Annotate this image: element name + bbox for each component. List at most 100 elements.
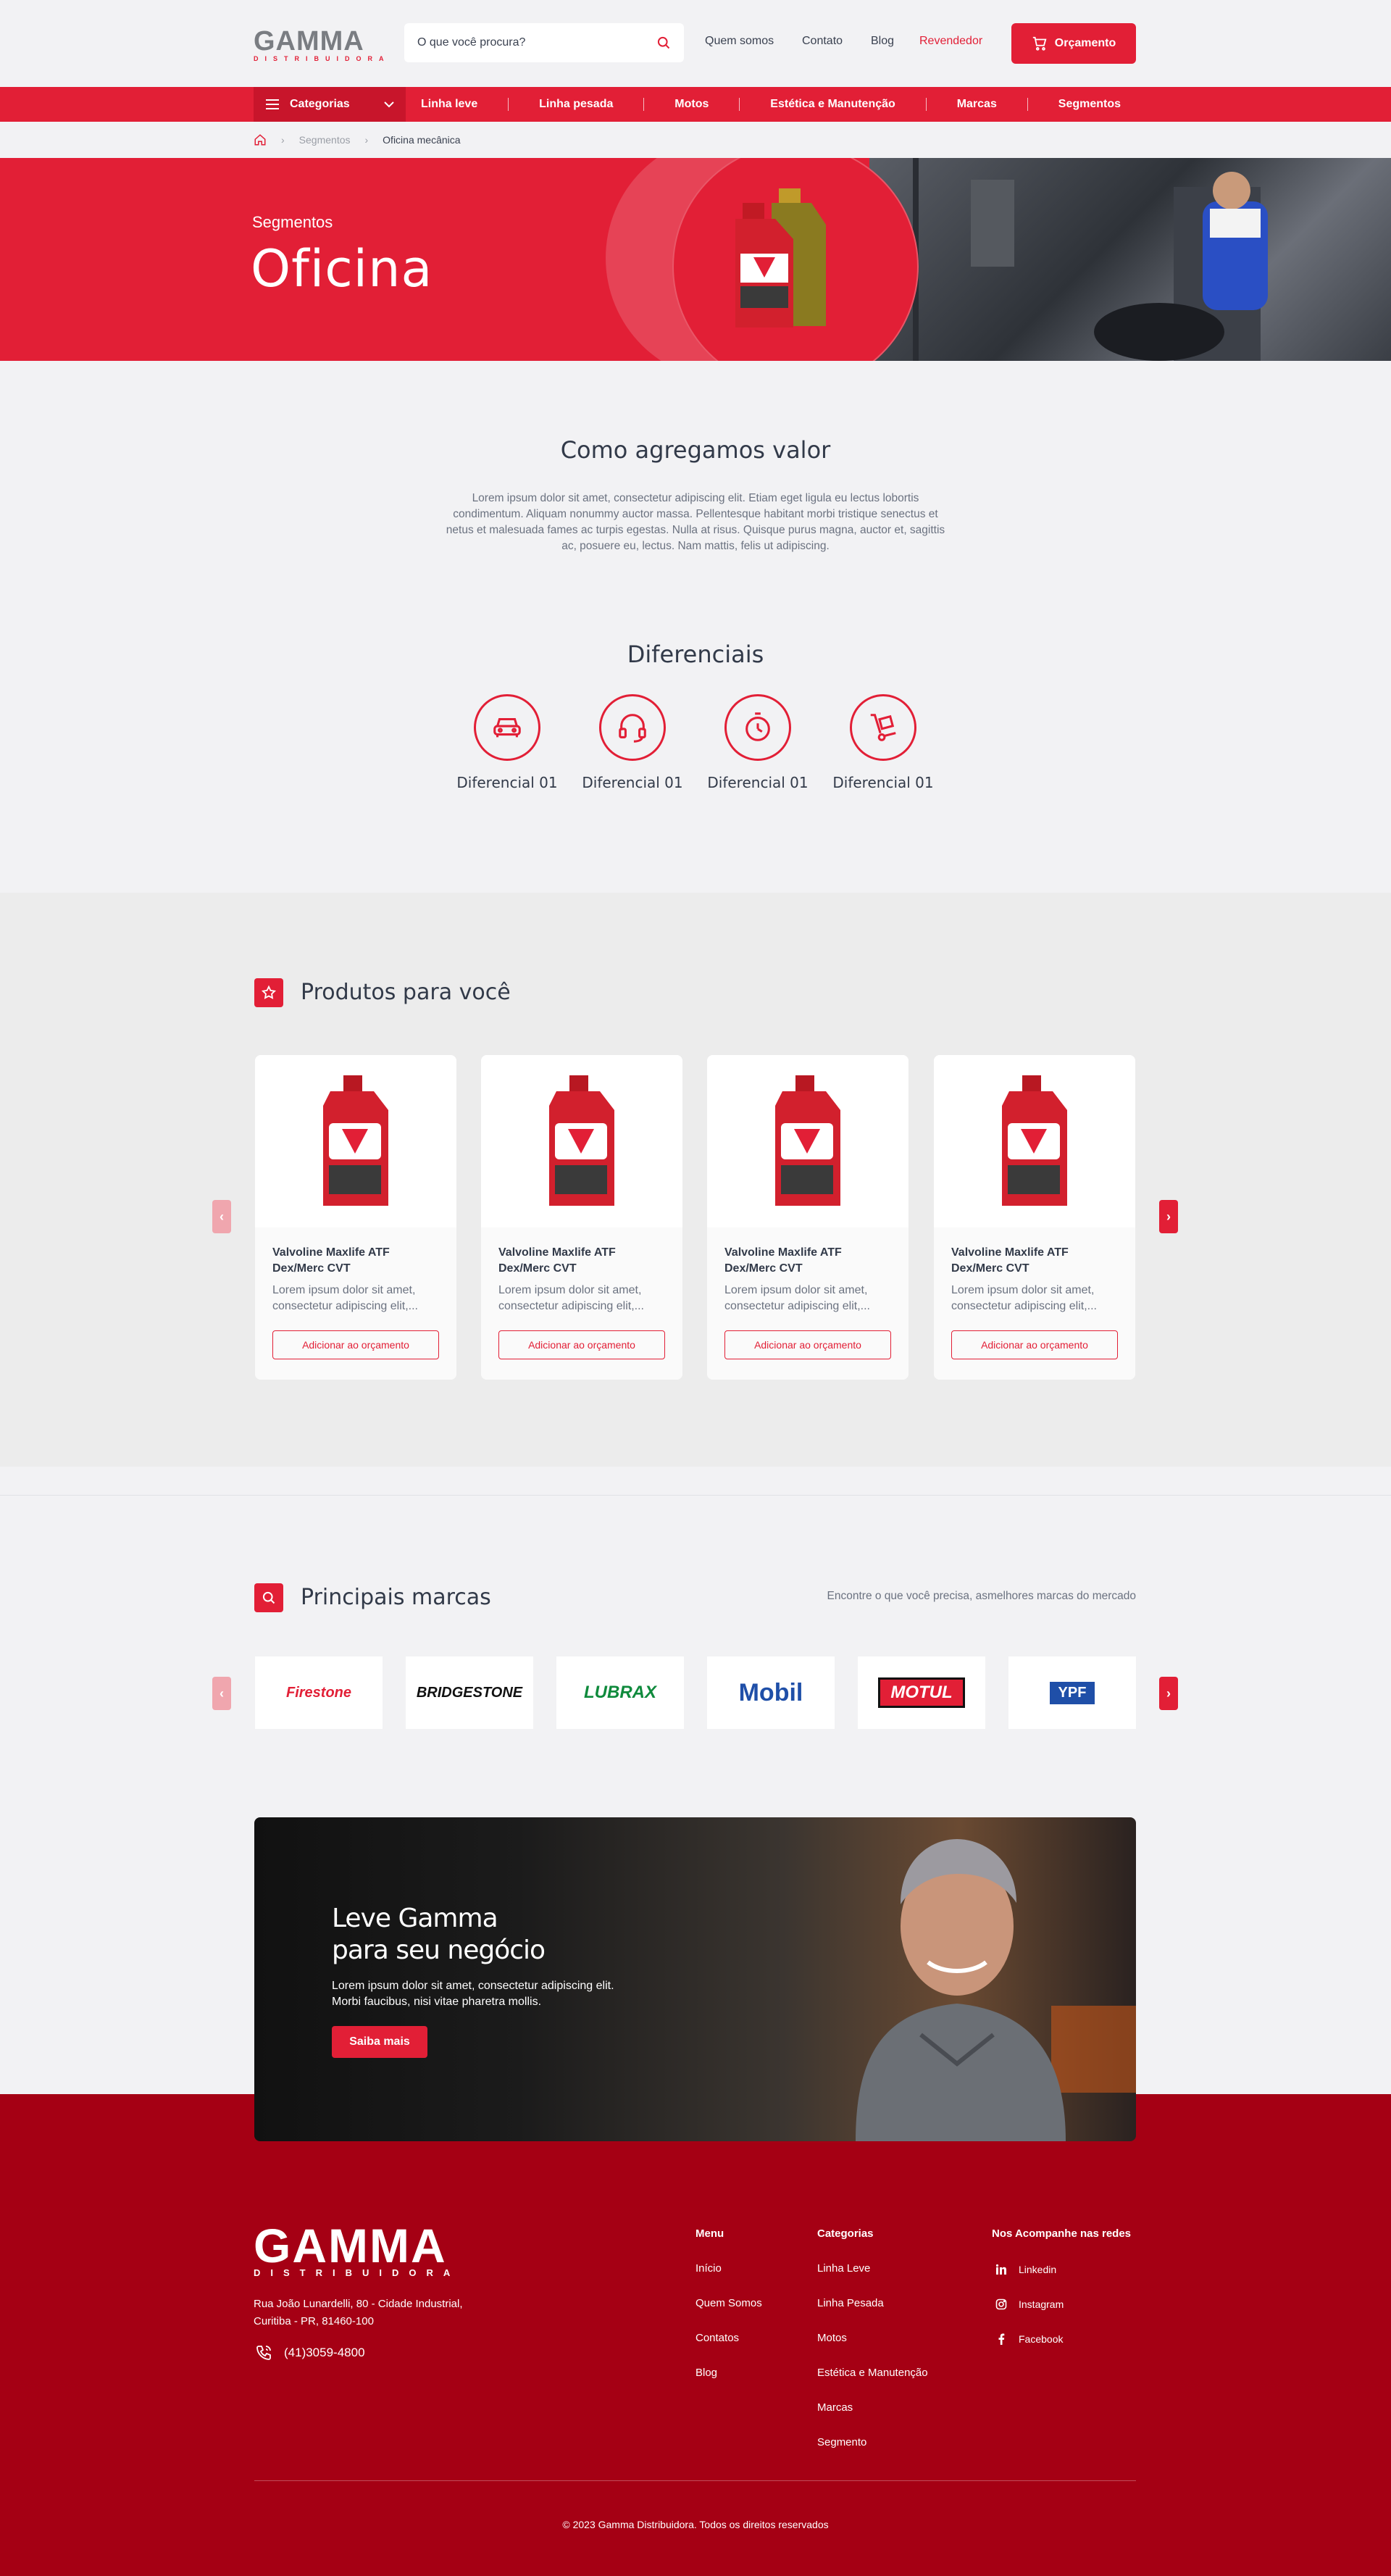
orcamento-button[interactable]: Orçamento: [1011, 23, 1136, 64]
social-linkedin[interactable]: Linkedin: [995, 2264, 1056, 2275]
category-bar: Categorias Linha leve Linha pesada Motos…: [0, 87, 1391, 122]
diferencial-item: Diferencial 01: [582, 694, 683, 791]
products-title: Produtos para você: [301, 980, 511, 1005]
cart-icon: [1032, 36, 1047, 51]
brand-lubrax-logo[interactable]: LUBRAX: [556, 1656, 684, 1729]
oil-bottles-image: [724, 181, 855, 337]
footer-phone[interactable]: (41)3059-4800: [255, 2344, 365, 2362]
breadcrumb-current: Oficina mecânica: [383, 134, 461, 146]
brands-prev-button[interactable]: ‹: [212, 1677, 231, 1710]
products-next-button[interactable]: ›: [1159, 1200, 1178, 1233]
product-image: [255, 1055, 456, 1227]
nav-contato[interactable]: Contato: [802, 35, 843, 48]
phone-icon: [256, 2346, 271, 2360]
hero-title: Oficina: [251, 239, 433, 299]
footer-link-estetica[interactable]: Estética e Manutenção: [817, 2367, 928, 2379]
products-prev-button[interactable]: ‹: [212, 1200, 231, 1233]
hero-subtitle: Segmentos: [252, 213, 333, 231]
chevron-right-icon: ›: [364, 134, 369, 146]
nav-revendedor[interactable]: Revendedor: [919, 35, 982, 48]
footer-link-marcas[interactable]: Marcas: [817, 2401, 853, 2414]
facebook-icon: [998, 2333, 1005, 2345]
category-links: Linha leve Linha pesada Motos Estética e…: [406, 87, 1136, 122]
copyright: © 2023 Gamma Distribuidora. Todos os dir…: [562, 2519, 829, 2530]
search-box[interactable]: [404, 23, 684, 62]
footer-logo[interactable]: GAMMA DISTRIBUIDORA: [254, 2222, 460, 2278]
search-input[interactable]: [417, 36, 656, 49]
diferencial-item: Diferencial 01: [456, 694, 558, 791]
categories-button[interactable]: Categorias: [254, 87, 406, 122]
social-instagram[interactable]: Instagram: [995, 2298, 1064, 2310]
add-to-quote-button[interactable]: Adicionar ao orçamento: [724, 1330, 891, 1359]
footer-address: Rua João Lunardelli, 80 - Cidade Industr…: [254, 2298, 463, 2327]
home-icon[interactable]: [254, 133, 267, 146]
brand-mobil-logo[interactable]: Mobil: [707, 1656, 835, 1729]
divider: [643, 98, 645, 111]
product-image: [481, 1055, 682, 1227]
diferencial-item: Diferencial 01: [832, 694, 934, 791]
cat-estetica[interactable]: Estética e Manutenção: [770, 98, 895, 111]
footer-categories-title: Categorias: [817, 2227, 874, 2240]
cat-marcas[interactable]: Marcas: [957, 98, 997, 111]
product-card[interactable]: Valvoline Maxlife ATF Dex/Merc CVT Lorem …: [255, 1055, 456, 1380]
social-facebook[interactable]: Facebook: [995, 2333, 1063, 2345]
value-text: Lorem ipsum dolor sit amet, consectetur …: [446, 492, 945, 552]
hand-truck-icon: [870, 714, 896, 741]
cat-segmentos[interactable]: Segmentos: [1058, 98, 1121, 111]
footer-link-inicio[interactable]: Início: [696, 2262, 722, 2275]
diferenciais-title: Diferenciais: [627, 641, 764, 668]
brand-bridgestone-logo[interactable]: BRIDGESTONE: [406, 1656, 533, 1729]
search-icon[interactable]: [656, 36, 671, 50]
product-card[interactable]: Valvoline Maxlife ATF Dex/Merc CVT Lorem …: [934, 1055, 1135, 1380]
footer-link-motos[interactable]: Motos: [817, 2332, 847, 2344]
footer-menu-title: Menu: [696, 2227, 724, 2240]
divider: [739, 98, 740, 111]
instagram-icon: [995, 2298, 1007, 2310]
car-icon: [493, 717, 521, 738]
timer-icon: [745, 712, 770, 741]
site-header: GAMMA DISTRIBUIDORA Quem somos Contato B…: [0, 0, 1391, 87]
footer-link-contatos[interactable]: Contatos: [696, 2332, 739, 2344]
diferencial-item: Diferencial 01: [707, 694, 809, 791]
headset-icon: [619, 714, 646, 743]
brand-motul-logo[interactable]: MOTUL: [858, 1656, 985, 1729]
add-to-quote-button[interactable]: Adicionar ao orçamento: [272, 1330, 439, 1359]
cat-linha-pesada[interactable]: Linha pesada: [539, 98, 613, 111]
product-image: [707, 1055, 908, 1227]
cat-motos[interactable]: Motos: [674, 98, 709, 111]
brands-subtitle: Encontre o que você precisa, asmelhores …: [827, 1590, 1136, 1602]
value-title: Como agregamos valor: [560, 436, 831, 464]
product-image: [934, 1055, 1135, 1227]
product-card[interactable]: Valvoline Maxlife ATF Dex/Merc CVT Lorem …: [481, 1055, 682, 1380]
cta-banner: Leve Gamma para seu negócio Lorem ipsum d…: [254, 1817, 1136, 2141]
chevron-down-icon: [384, 101, 394, 108]
saiba-mais-button[interactable]: Saiba mais: [332, 2026, 427, 2058]
divider: [1027, 98, 1028, 111]
brands-title: Principais marcas: [301, 1585, 491, 1610]
brand-ypf-logo[interactable]: YPF: [1008, 1656, 1136, 1729]
banner-text: Lorem ipsum dolor sit amet, consectetur …: [332, 1980, 614, 2008]
gamma-logo[interactable]: GAMMA DISTRIBUIDORA: [254, 28, 384, 62]
footer-link-quem-somos[interactable]: Quem Somos: [696, 2297, 762, 2309]
footer-social-title: Nos Acompanhe nas redes: [992, 2227, 1132, 2240]
brand-firestone-logo[interactable]: Firestone: [255, 1656, 383, 1729]
footer-link-segmento[interactable]: Segmento: [817, 2436, 866, 2448]
divider: [925, 98, 927, 111]
brands-next-button[interactable]: ›: [1159, 1677, 1178, 1710]
cat-linha-leve[interactable]: Linha leve: [421, 98, 477, 111]
nav-quem-somos[interactable]: Quem somos: [705, 35, 774, 48]
mechanic-portrait: [776, 1817, 1136, 2141]
footer-link-blog[interactable]: Blog: [696, 2367, 717, 2379]
site-footer: GAMMA DISTRIBUIDORA Rua João Lunardelli,…: [0, 2094, 1391, 2576]
nav-blog[interactable]: Blog: [871, 35, 894, 48]
product-card[interactable]: Valvoline Maxlife ATF Dex/Merc CVT Lorem …: [707, 1055, 908, 1380]
mechanic-photo: [869, 158, 1391, 361]
breadcrumb-segmentos[interactable]: Segmentos: [299, 134, 351, 146]
menu-icon: [266, 99, 279, 109]
footer-link-linha-leve[interactable]: Linha Leve: [817, 2262, 870, 2275]
add-to-quote-button[interactable]: Adicionar ao orçamento: [951, 1330, 1118, 1359]
banner-title: Leve Gamma para seu negócio: [332, 1904, 546, 1965]
hero-banner: Segmentos Oficina: [0, 158, 1391, 361]
footer-link-linha-pesada[interactable]: Linha Pesada: [817, 2297, 884, 2309]
add-to-quote-button[interactable]: Adicionar ao orçamento: [498, 1330, 665, 1359]
